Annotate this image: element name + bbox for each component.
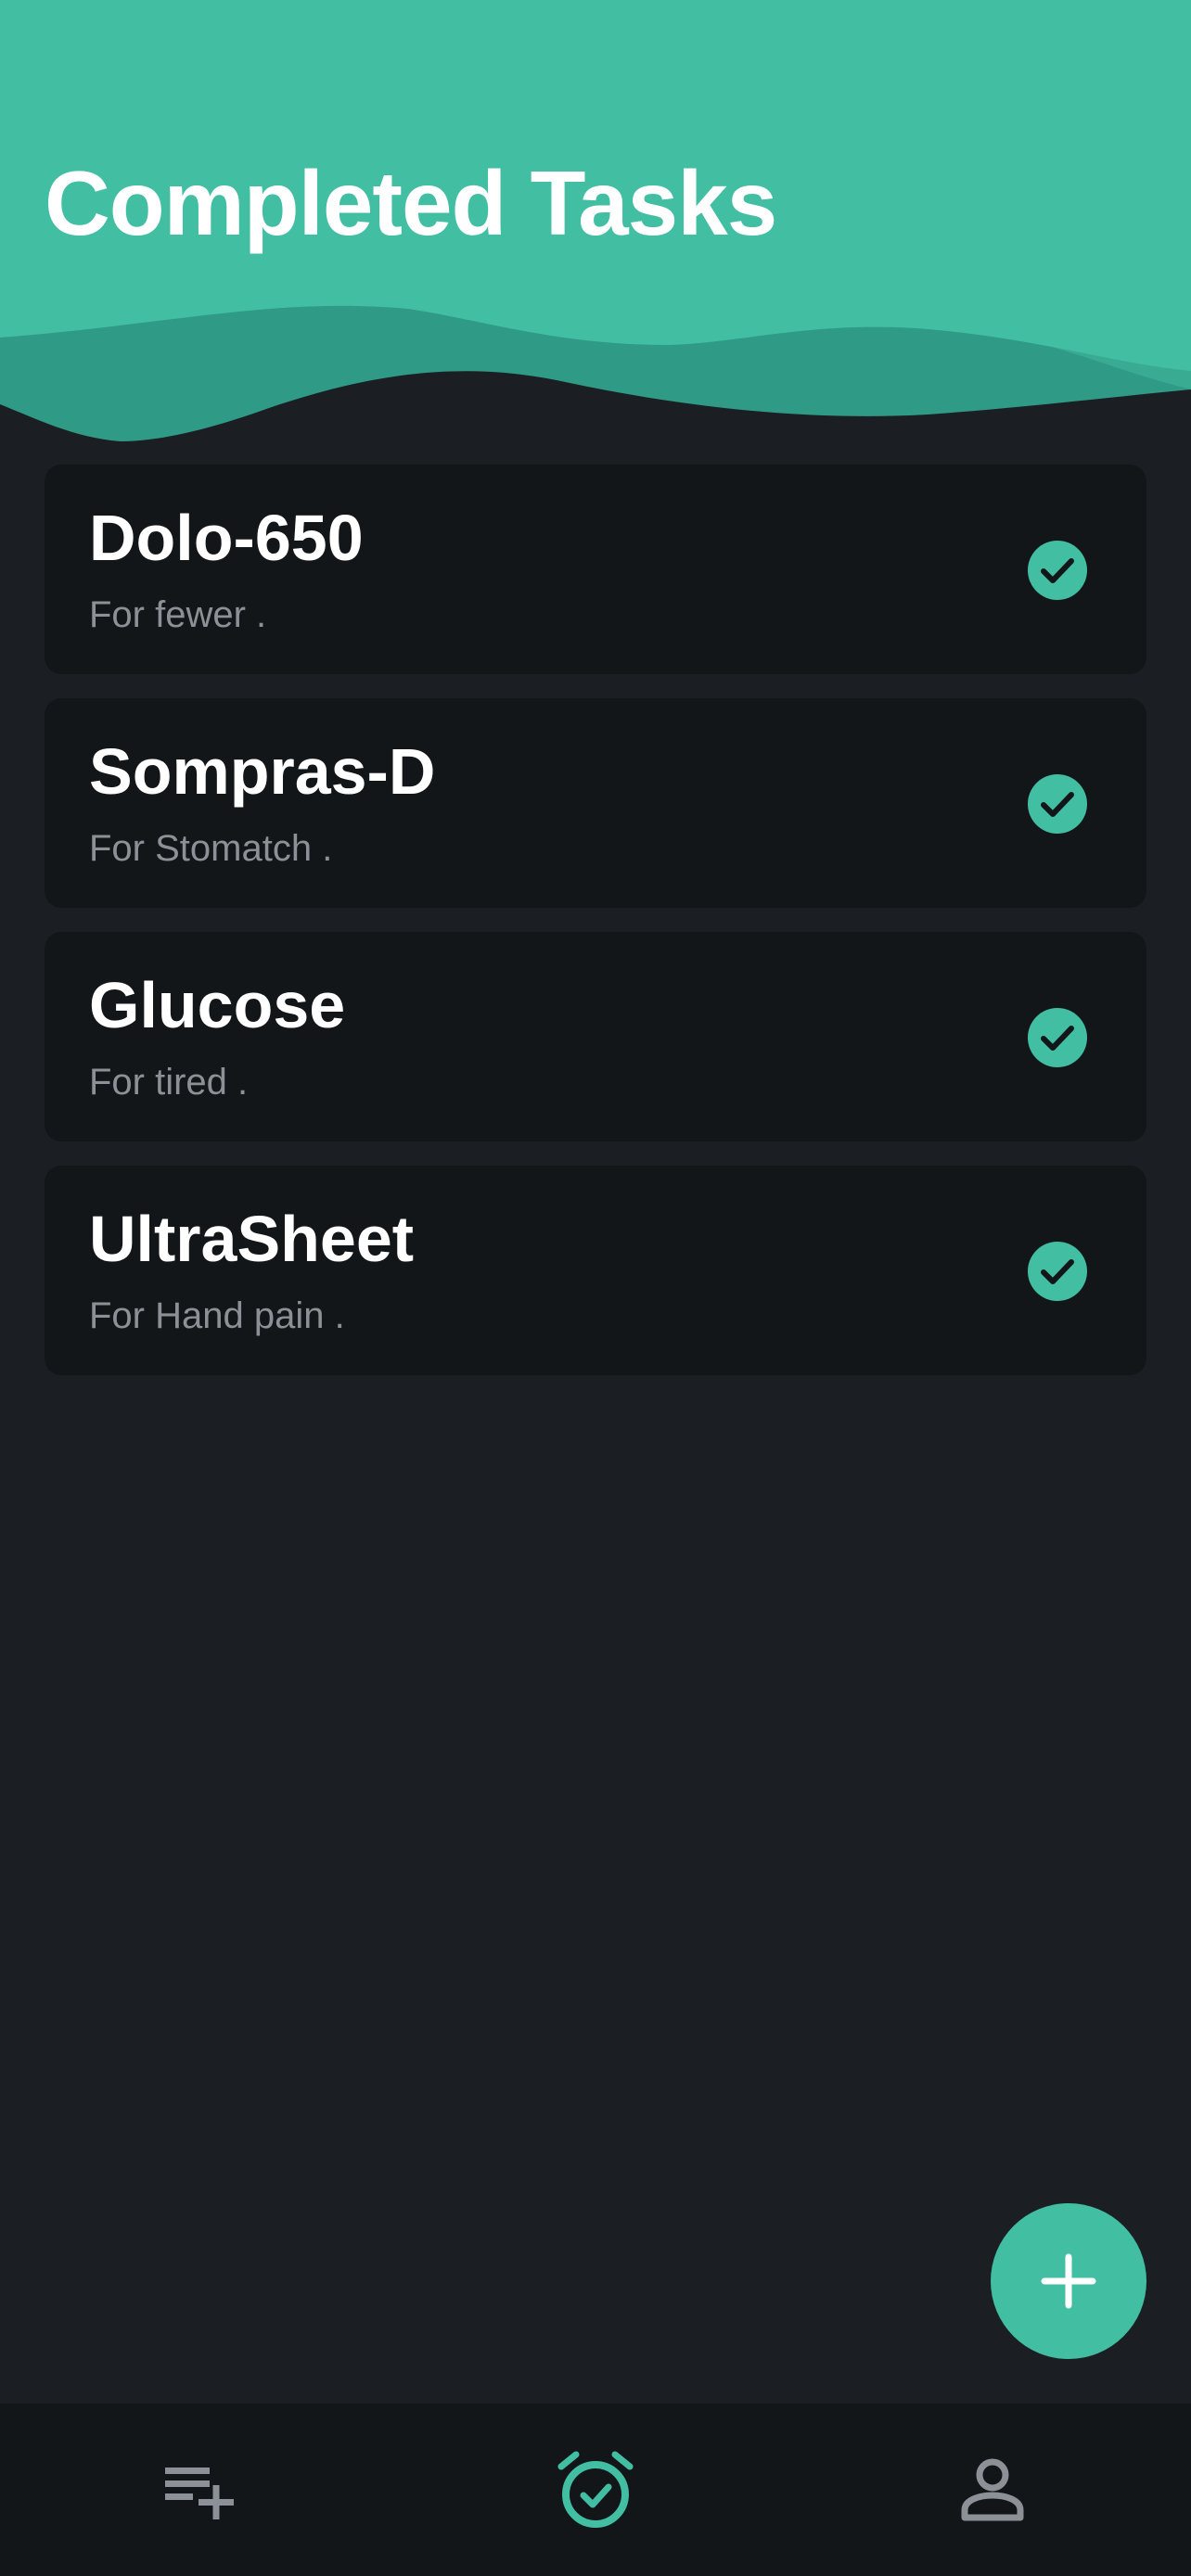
add-task-button[interactable] [991, 2203, 1146, 2359]
task-title: Glucose [89, 969, 346, 1041]
task-card[interactable]: Sompras-D For Stomatch . [45, 698, 1146, 908]
alarm-check-icon [557, 2451, 634, 2528]
plus-icon [1041, 2253, 1096, 2309]
task-note: For Stomatch . [89, 828, 333, 869]
nav-add-task[interactable] [108, 2404, 293, 2576]
task-card[interactable]: Dolo-650 For fewer . [45, 465, 1146, 674]
task-note: For fewer . [89, 594, 267, 635]
check-circle-icon[interactable] [1028, 541, 1087, 600]
bottom-navigation [0, 2404, 1191, 2576]
task-title: UltraSheet [89, 1203, 415, 1275]
nav-profile[interactable] [900, 2404, 1085, 2576]
task-title: Sompras-D [89, 735, 436, 808]
task-note: For Hand pain . [89, 1295, 345, 1336]
check-circle-icon[interactable] [1028, 1008, 1087, 1067]
person-icon [961, 2458, 1024, 2521]
task-title: Dolo-650 [89, 502, 364, 574]
page-title: Completed Tasks [45, 152, 777, 254]
task-card[interactable]: UltraSheet For Hand pain . [45, 1166, 1146, 1375]
header: Completed Tasks [0, 0, 1191, 445]
completed-task-list: Dolo-650 For fewer . Sompras-D For Stoma… [45, 465, 1146, 1399]
playlist-add-icon [165, 2468, 234, 2519]
check-circle-icon[interactable] [1028, 1242, 1087, 1301]
nav-completed[interactable] [503, 2404, 688, 2576]
task-note: For tired . [89, 1062, 249, 1103]
check-circle-icon[interactable] [1028, 774, 1087, 834]
task-card[interactable]: Glucose For tired . [45, 932, 1146, 1141]
